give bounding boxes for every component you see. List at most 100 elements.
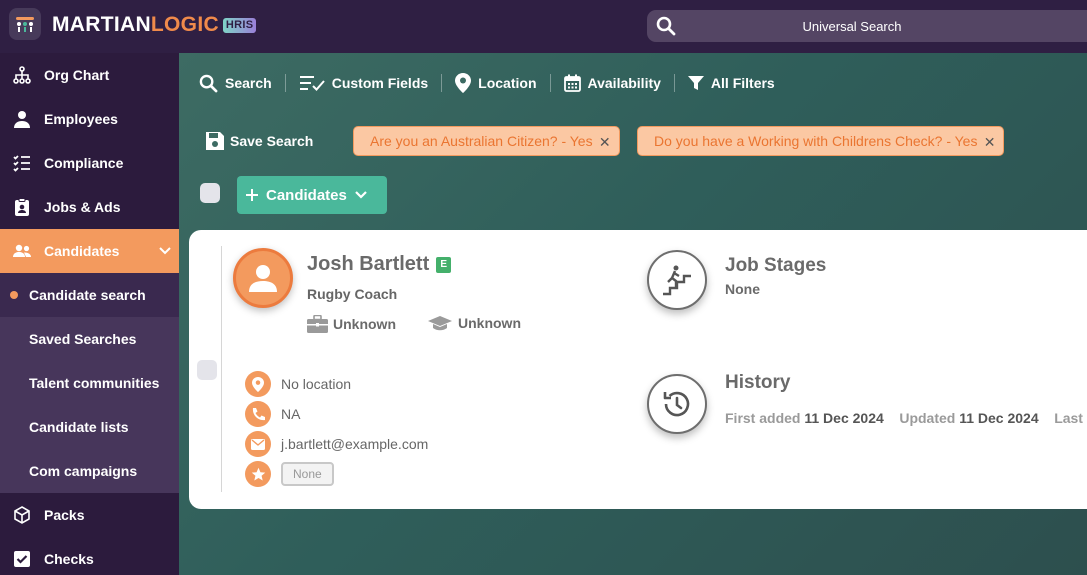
sidebar-subitem-label: Com campaigns [29, 463, 138, 479]
custom-fields-button[interactable]: Custom Fields [299, 74, 428, 92]
toolbar-divider [673, 74, 675, 92]
sidebar-item-checks[interactable]: Checks [0, 537, 179, 575]
chevron-down-icon [159, 243, 171, 259]
custom-fields-label: Custom Fields [331, 75, 429, 91]
first-added-label: First added [725, 410, 801, 426]
candidates-dropdown-button[interactable]: Candidates [237, 176, 387, 214]
candidate-name[interactable]: Josh Bartlett E [307, 253, 452, 276]
candidate-name-text[interactable]: Josh Bartlett [307, 253, 429, 276]
brand-hris: HRIS [222, 17, 257, 33]
job-stages-value: None [725, 281, 760, 297]
sidebar-item-label: Employees [44, 111, 118, 127]
jobs-ads-icon [12, 197, 32, 217]
sidebar-subitem-label: Saved Searches [29, 331, 137, 347]
candidate-card[interactable]: Josh Bartlett E Rugby Coach Unknown Unkn… [189, 230, 1087, 509]
history-dates: First added 11 Dec 2024 Updated 11 Dec 2… [725, 410, 1083, 426]
filter-chip-working-with-children: Do you have a Working with Childrens Che… [637, 126, 1005, 156]
location-filter-label: Location [478, 75, 537, 91]
sidebar-item-packs[interactable]: Packs [0, 493, 179, 537]
sidebar: Org Chart Employees Compliance Jobs & Ad… [0, 53, 179, 575]
location-pin-icon [245, 371, 271, 397]
brand-logic: LOGIC [150, 13, 219, 36]
sidebar-item-label: Jobs & Ads [44, 199, 121, 215]
sidebar-subitem-com-campaigns[interactable]: Com campaigns [0, 449, 179, 493]
candidate-education-value: Unknown [458, 315, 521, 331]
funnel-icon [687, 76, 704, 90]
chevron-down-icon [355, 191, 367, 199]
calendar-icon [563, 74, 581, 92]
first-added-value: 11 Dec 2024 [804, 410, 884, 426]
toolbar-divider [441, 74, 443, 92]
candidate-location-value: No location [281, 376, 352, 392]
sidebar-item-candidates[interactable]: Candidates [0, 229, 179, 273]
sidebar-item-org-chart[interactable]: Org Chart [0, 53, 179, 97]
sidebar-item-label: Candidates [44, 243, 120, 259]
universal-search-input[interactable]: Universal Search [647, 10, 1087, 42]
search-icon [656, 16, 676, 39]
updated-value: 11 Dec 2024 [959, 410, 1039, 426]
plus-icon [246, 189, 258, 201]
candidates-button-label: Candidates [266, 186, 347, 204]
candidate-rating-pill[interactable]: None [281, 462, 334, 486]
sidebar-subitem-label: Candidate lists [29, 419, 129, 435]
candidates-icon [12, 241, 32, 261]
close-icon[interactable]: ✕ [599, 134, 611, 151]
select-all-checkbox[interactable] [200, 183, 220, 203]
filter-toolbar: Search Custom Fields Location Availabili… [199, 72, 775, 94]
brand-wordmark: MARTIAN LOGIC HRIS [52, 13, 257, 37]
toolbar-divider [284, 74, 286, 92]
candidate-rating: None [245, 461, 334, 487]
all-filters-button[interactable]: All Filters [687, 75, 775, 91]
location-filter-button[interactable]: Location [455, 73, 537, 93]
availability-filter-button[interactable]: Availability [563, 74, 661, 92]
main-content: Search Custom Fields Location Availabili… [179, 53, 1087, 575]
all-filters-label: All Filters [710, 75, 775, 91]
close-icon[interactable]: ✕ [984, 134, 996, 151]
universal-search-placeholder: Universal Search [802, 18, 902, 34]
job-stages-icon [647, 250, 707, 310]
location-pin-icon [455, 73, 472, 93]
email-icon [245, 431, 271, 457]
sidebar-item-label: Compliance [44, 155, 124, 171]
availability-filter-label: Availability [587, 75, 661, 91]
phone-icon [245, 401, 271, 427]
candidate-phone-value[interactable]: NA [281, 406, 300, 422]
save-search-button[interactable]: Save Search [205, 131, 313, 151]
search-filter-button[interactable]: Search [199, 74, 272, 93]
candidate-email-value[interactable]: j.bartlett@example.com [281, 436, 428, 452]
sidebar-subitem-saved-searches[interactable]: Saved Searches [0, 317, 179, 361]
employees-icon [12, 109, 32, 129]
card-divider [221, 246, 222, 492]
search-icon [199, 74, 218, 92]
sidebar-subitem-talent-communities[interactable]: Talent communities [0, 361, 179, 405]
sidebar-subitem-candidate-search[interactable]: Candidate search [0, 273, 179, 317]
custom-fields-icon [299, 76, 325, 91]
sidebar-item-label: Org Chart [44, 67, 110, 83]
sidebar-item-compliance[interactable]: Compliance [0, 141, 179, 185]
org-chart-icon [12, 65, 32, 85]
packs-icon [12, 505, 32, 525]
candidate-employment-value: Unknown [333, 316, 396, 332]
floppy-disk-icon [206, 132, 224, 150]
sidebar-item-jobs-ads[interactable]: Jobs & Ads [0, 185, 179, 229]
candidate-role: Rugby Coach [307, 286, 398, 302]
avatar[interactable] [233, 248, 293, 308]
candidate-phone: NA [245, 401, 300, 427]
star-icon [245, 461, 271, 487]
candidate-checkbox[interactable] [197, 360, 217, 380]
candidate-location: No location [245, 371, 351, 397]
graduation-cap-icon [428, 316, 452, 331]
filter-chip-label: Do you have a Working with Childrens Che… [654, 133, 978, 149]
sidebar-item-employees[interactable]: Employees [0, 97, 179, 141]
checks-icon [12, 549, 32, 569]
sidebar-subitem-label: Talent communities [29, 375, 160, 391]
active-dot-icon [10, 291, 18, 299]
save-search-label: Save Search [230, 133, 314, 149]
user-avatar-icon [249, 265, 277, 292]
candidate-employment: Unknown [307, 315, 396, 333]
briefcase-icon [307, 315, 328, 333]
filter-chip-australian-citizen: Are you an Australian Citizen? - Yes ✕ [353, 126, 620, 156]
app-logo-icon[interactable] [9, 8, 41, 40]
history-icon [647, 374, 707, 434]
sidebar-subitem-candidate-lists[interactable]: Candidate lists [0, 405, 179, 449]
